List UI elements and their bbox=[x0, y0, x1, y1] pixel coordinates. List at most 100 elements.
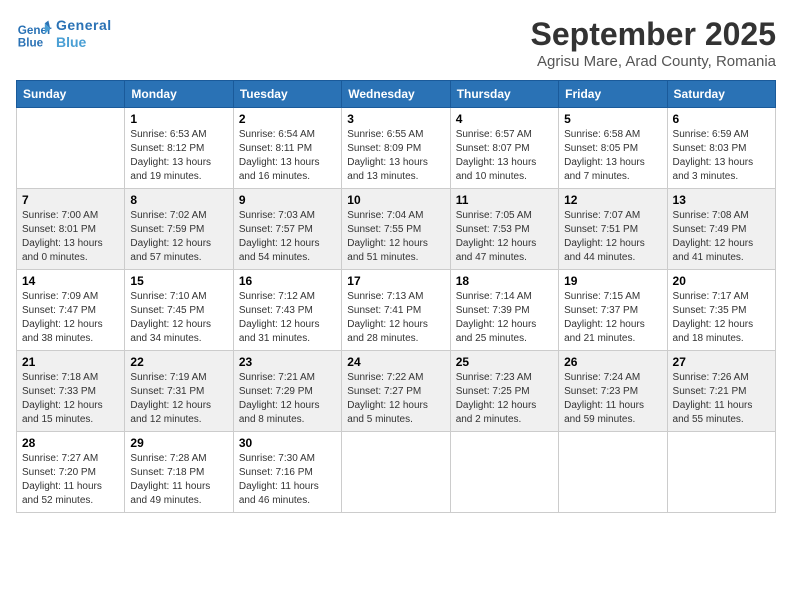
day-info: Sunrise: 6:53 AMSunset: 8:12 PMDaylight:… bbox=[130, 128, 227, 184]
calendar-cell: 23 Sunrise: 7:21 AMSunset: 7:29 PMDayligh… bbox=[233, 351, 341, 432]
day-info: Sunrise: 7:21 AMSunset: 7:29 PMDaylight:… bbox=[239, 371, 336, 427]
day-info: Sunrise: 7:13 AMSunset: 7:41 PMDaylight:… bbox=[347, 290, 444, 346]
day-number: 22 bbox=[130, 355, 227, 369]
calendar-header-row: SundayMondayTuesdayWednesdayThursdayFrid… bbox=[17, 81, 776, 108]
header: General Blue General Blue September 2025… bbox=[16, 16, 776, 70]
day-number: 26 bbox=[564, 355, 661, 369]
day-info: Sunrise: 7:05 AMSunset: 7:53 PMDaylight:… bbox=[456, 209, 553, 265]
header-thursday: Thursday bbox=[450, 81, 558, 108]
day-info: Sunrise: 7:03 AMSunset: 7:57 PMDaylight:… bbox=[239, 209, 336, 265]
calendar-cell: 29Sunrise: 7:28 AMSunset: 7:18 PMDayligh… bbox=[125, 432, 233, 513]
calendar-cell bbox=[450, 432, 558, 513]
calendar-week-row: 28 Sunrise: 7:27 AMSunset: 7:20 PMDayligh… bbox=[17, 432, 776, 513]
calendar-cell bbox=[342, 432, 450, 513]
day-number: 17 bbox=[347, 274, 444, 288]
day-info: Sunrise: 7:18 AMSunset: 7:33 PMDaylight:… bbox=[22, 371, 119, 427]
day-number: 15 bbox=[130, 274, 227, 288]
calendar-cell: 30 Sunrise: 7:30 AMSunset: 7:16 PMDayligh… bbox=[233, 432, 341, 513]
calendar-cell: 19Sunrise: 7:15 AMSunset: 7:37 PMDayligh… bbox=[559, 270, 667, 351]
day-info: Sunrise: 6:57 AMSunset: 8:07 PMDaylight:… bbox=[456, 128, 553, 184]
day-info: Sunrise: 7:22 AMSunset: 7:27 PMDaylight:… bbox=[347, 371, 444, 427]
calendar-cell: 8 Sunrise: 7:02 AMSunset: 7:59 PMDaylight… bbox=[125, 189, 233, 270]
day-number: 14 bbox=[22, 274, 119, 288]
day-number: 10 bbox=[347, 193, 444, 207]
calendar-week-row: 21Sunrise: 7:18 AMSunset: 7:33 PMDayligh… bbox=[17, 351, 776, 432]
day-number: 12 bbox=[564, 193, 661, 207]
day-number: 4 bbox=[456, 112, 553, 126]
logo-icon: General Blue bbox=[16, 16, 52, 52]
day-info: Sunrise: 7:24 AMSunset: 7:23 PMDaylight:… bbox=[564, 371, 661, 427]
day-number: 18 bbox=[456, 274, 553, 288]
day-info: Sunrise: 7:14 AMSunset: 7:39 PMDaylight:… bbox=[456, 290, 553, 346]
day-number: 7 bbox=[22, 193, 119, 207]
calendar-cell bbox=[17, 108, 125, 189]
day-info: Sunrise: 7:27 AMSunset: 7:20 PMDaylight:… bbox=[22, 452, 119, 508]
day-number: 20 bbox=[673, 274, 770, 288]
day-info: Sunrise: 7:12 AMSunset: 7:43 PMDaylight:… bbox=[239, 290, 336, 346]
calendar-cell: 7 Sunrise: 7:00 AMSunset: 8:01 PMDaylight… bbox=[17, 189, 125, 270]
day-number: 8 bbox=[130, 193, 227, 207]
calendar-cell: 25 Sunrise: 7:23 AMSunset: 7:25 PMDayligh… bbox=[450, 351, 558, 432]
calendar-cell: 18 Sunrise: 7:14 AMSunset: 7:39 PMDayligh… bbox=[450, 270, 558, 351]
day-info: Sunrise: 7:08 AMSunset: 7:49 PMDaylight:… bbox=[673, 209, 770, 265]
calendar-cell: 21Sunrise: 7:18 AMSunset: 7:33 PMDayligh… bbox=[17, 351, 125, 432]
logo: General Blue General Blue bbox=[16, 16, 112, 52]
calendar-cell: 17 Sunrise: 7:13 AMSunset: 7:41 PMDayligh… bbox=[342, 270, 450, 351]
day-info: Sunrise: 6:59 AMSunset: 8:03 PMDaylight:… bbox=[673, 128, 770, 184]
title-area: September 2025 Agrisu Mare, Arad County,… bbox=[531, 16, 776, 70]
day-info: Sunrise: 7:10 AMSunset: 7:45 PMDaylight:… bbox=[130, 290, 227, 346]
header-sunday: Sunday bbox=[17, 81, 125, 108]
calendar-cell bbox=[667, 432, 775, 513]
calendar-cell: 14 Sunrise: 7:09 AMSunset: 7:47 PMDayligh… bbox=[17, 270, 125, 351]
calendar-cell: 9Sunrise: 7:03 AMSunset: 7:57 PMDaylight… bbox=[233, 189, 341, 270]
day-number: 11 bbox=[456, 193, 553, 207]
day-info: Sunrise: 7:07 AMSunset: 7:51 PMDaylight:… bbox=[564, 209, 661, 265]
day-number: 25 bbox=[456, 355, 553, 369]
day-number: 29 bbox=[130, 436, 227, 450]
header-saturday: Saturday bbox=[667, 81, 775, 108]
day-number: 1 bbox=[130, 112, 227, 126]
day-info: Sunrise: 7:09 AMSunset: 7:47 PMDaylight:… bbox=[22, 290, 119, 346]
calendar-cell: 10 Sunrise: 7:04 AMSunset: 7:55 PMDayligh… bbox=[342, 189, 450, 270]
location-title: Agrisu Mare, Arad County, Romania bbox=[531, 53, 776, 70]
calendar-cell: 1 Sunrise: 6:53 AMSunset: 8:12 PMDaylight… bbox=[125, 108, 233, 189]
day-number: 30 bbox=[239, 436, 336, 450]
calendar-cell: 3 Sunrise: 6:55 AMSunset: 8:09 PMDaylight… bbox=[342, 108, 450, 189]
calendar-cell: 13Sunrise: 7:08 AMSunset: 7:49 PMDayligh… bbox=[667, 189, 775, 270]
svg-text:Blue: Blue bbox=[18, 37, 44, 50]
calendar-week-row: 1 Sunrise: 6:53 AMSunset: 8:12 PMDaylight… bbox=[17, 108, 776, 189]
day-number: 23 bbox=[239, 355, 336, 369]
calendar-cell: 27Sunrise: 7:26 AMSunset: 7:21 PMDayligh… bbox=[667, 351, 775, 432]
day-number: 2 bbox=[239, 112, 336, 126]
day-info: Sunrise: 7:04 AMSunset: 7:55 PMDaylight:… bbox=[347, 209, 444, 265]
day-number: 24 bbox=[347, 355, 444, 369]
day-number: 28 bbox=[22, 436, 119, 450]
day-info: Sunrise: 7:30 AMSunset: 7:16 PMDaylight:… bbox=[239, 452, 336, 508]
calendar: SundayMondayTuesdayWednesdayThursdayFrid… bbox=[16, 80, 776, 513]
day-info: Sunrise: 7:00 AMSunset: 8:01 PMDaylight:… bbox=[22, 209, 119, 265]
day-info: Sunrise: 7:19 AMSunset: 7:31 PMDaylight:… bbox=[130, 371, 227, 427]
calendar-week-row: 14 Sunrise: 7:09 AMSunset: 7:47 PMDayligh… bbox=[17, 270, 776, 351]
calendar-cell: 4 Sunrise: 6:57 AMSunset: 8:07 PMDaylight… bbox=[450, 108, 558, 189]
calendar-cell: 16 Sunrise: 7:12 AMSunset: 7:43 PMDayligh… bbox=[233, 270, 341, 351]
calendar-cell: 24 Sunrise: 7:22 AMSunset: 7:27 PMDayligh… bbox=[342, 351, 450, 432]
calendar-cell: 20Sunrise: 7:17 AMSunset: 7:35 PMDayligh… bbox=[667, 270, 775, 351]
day-info: Sunrise: 7:15 AMSunset: 7:37 PMDaylight:… bbox=[564, 290, 661, 346]
day-number: 16 bbox=[239, 274, 336, 288]
day-number: 5 bbox=[564, 112, 661, 126]
calendar-cell: 28 Sunrise: 7:27 AMSunset: 7:20 PMDayligh… bbox=[17, 432, 125, 513]
calendar-cell: 11 Sunrise: 7:05 AMSunset: 7:53 PMDayligh… bbox=[450, 189, 558, 270]
day-info: Sunrise: 7:26 AMSunset: 7:21 PMDaylight:… bbox=[673, 371, 770, 427]
day-info: Sunrise: 6:55 AMSunset: 8:09 PMDaylight:… bbox=[347, 128, 444, 184]
calendar-cell: 15 Sunrise: 7:10 AMSunset: 7:45 PMDayligh… bbox=[125, 270, 233, 351]
header-friday: Friday bbox=[559, 81, 667, 108]
day-info: Sunrise: 7:23 AMSunset: 7:25 PMDaylight:… bbox=[456, 371, 553, 427]
header-tuesday: Tuesday bbox=[233, 81, 341, 108]
day-number: 3 bbox=[347, 112, 444, 126]
calendar-week-row: 7 Sunrise: 7:00 AMSunset: 8:01 PMDaylight… bbox=[17, 189, 776, 270]
header-wednesday: Wednesday bbox=[342, 81, 450, 108]
day-info: Sunrise: 7:02 AMSunset: 7:59 PMDaylight:… bbox=[130, 209, 227, 265]
logo-text-general: General bbox=[56, 17, 112, 34]
header-monday: Monday bbox=[125, 81, 233, 108]
calendar-cell: 22 Sunrise: 7:19 AMSunset: 7:31 PMDayligh… bbox=[125, 351, 233, 432]
